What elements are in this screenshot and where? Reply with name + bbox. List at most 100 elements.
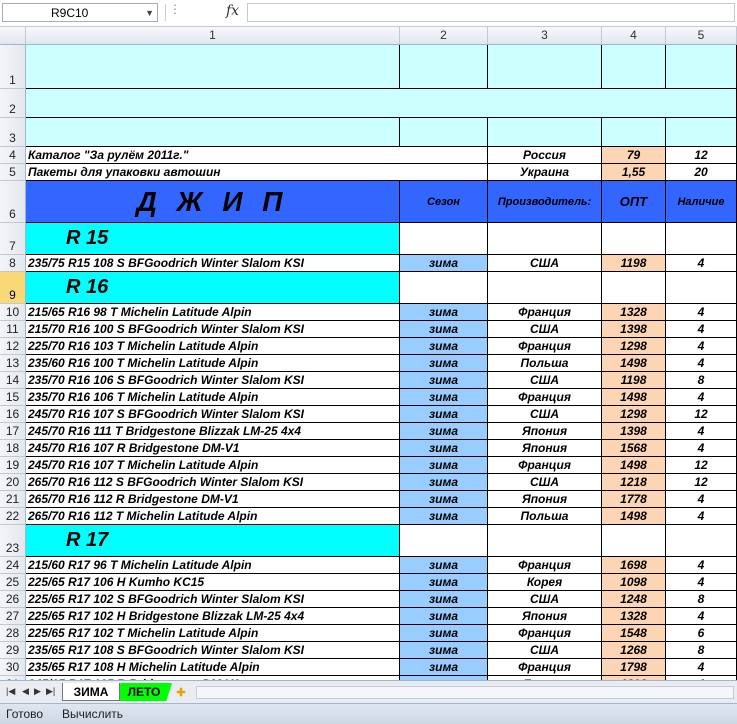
row-header-25[interactable]: 25 [0, 574, 26, 591]
season-cell[interactable]: зима [400, 491, 488, 508]
next-sheet-icon[interactable]: ▶ [34, 686, 41, 697]
season-cell[interactable]: зима [400, 406, 488, 423]
rate-cell[interactable]: 79 [602, 147, 666, 164]
rate-cell[interactable]: 1,55 [602, 164, 666, 181]
price-cell[interactable]: 1198 [602, 255, 666, 272]
row-header-21[interactable]: 21 [0, 491, 26, 508]
column-title-stock[interactable]: Наличие [666, 181, 737, 223]
insert-sheet-icon[interactable]: ✚ [172, 683, 190, 701]
row-header-17[interactable]: 17 [0, 423, 26, 440]
stock-cell[interactable]: 4 [666, 389, 737, 406]
empty-header-cell[interactable] [26, 118, 400, 147]
name-box[interactable]: R9C10 ▼ [2, 3, 158, 22]
price-cell[interactable]: 1548 [602, 625, 666, 642]
row-header-23[interactable]: 23 [0, 525, 26, 557]
row-header-14[interactable]: 14 [0, 372, 26, 389]
empty-header-cell[interactable] [602, 118, 666, 147]
stock-cell[interactable]: 4 [666, 491, 737, 508]
stock-cell[interactable]: 6 [666, 625, 737, 642]
maker-cell[interactable]: Франция [488, 338, 602, 355]
season-cell[interactable]: зима [400, 304, 488, 321]
row-header-2[interactable]: 2 [0, 89, 26, 118]
column-title-maker[interactable]: Производитель: [488, 181, 602, 223]
row-header-29[interactable]: 29 [0, 642, 26, 659]
season-cell[interactable]: зима [400, 625, 488, 642]
empty-cell[interactable] [400, 525, 488, 557]
season-cell[interactable]: зима [400, 321, 488, 338]
season-cell[interactable]: зима [400, 557, 488, 574]
row-header-5[interactable]: 5 [0, 164, 26, 181]
country-cell[interactable]: Украина [488, 164, 602, 181]
stock-cell[interactable]: 8 [666, 642, 737, 659]
last-sheet-icon[interactable]: ▶| [46, 686, 55, 697]
season-cell[interactable]: зима [400, 608, 488, 625]
product-name-cell[interactable]: 265/70 R16 112 S BFGoodrich Winter Slalo… [26, 474, 400, 491]
product-name-cell[interactable]: 215/65 R16 98 T Michelin Latitude Alpin [26, 304, 400, 321]
column-header-5[interactable]: 5 [666, 27, 737, 44]
price-cell[interactable]: 1498 [602, 389, 666, 406]
empty-cell[interactable] [666, 525, 737, 557]
price-cell[interactable]: 1778 [602, 491, 666, 508]
stock-cell[interactable]: 8 [666, 372, 737, 389]
season-cell[interactable]: зима [400, 642, 488, 659]
jeep-title-cell[interactable]: Д Ж И П [26, 181, 400, 223]
price-cell[interactable]: 1198 [602, 372, 666, 389]
product-name-cell[interactable]: 245/70 R16 107 T Michelin Latitude Alpin [26, 457, 400, 474]
row-header-26[interactable]: 26 [0, 591, 26, 608]
price-cell[interactable]: 1298 [602, 338, 666, 355]
maker-cell[interactable]: США [488, 255, 602, 272]
season-cell[interactable]: зима [400, 591, 488, 608]
select-all-corner[interactable] [0, 27, 26, 44]
product-name-cell[interactable]: 235/75 R15 108 S BFGoodrich Winter Slalo… [26, 255, 400, 272]
stock-cell[interactable]: 4 [666, 321, 737, 338]
maker-cell[interactable]: США [488, 642, 602, 659]
row-header-11[interactable]: 11 [0, 321, 26, 338]
product-name-cell[interactable]: 245/70 R16 111 T Bridgestone Blizzak LM-… [26, 423, 400, 440]
season-cell[interactable]: зима [400, 508, 488, 525]
catalog-info-cell[interactable]: Пакеты для упаковки автошин [26, 164, 488, 181]
product-name-cell[interactable]: 235/65 R17 108 H Michelin Latitude Alpin [26, 659, 400, 676]
row-header-7[interactable]: 7 [0, 223, 26, 255]
section-title-r15[interactable]: R 15 [26, 223, 400, 255]
price-cell[interactable]: 1498 [602, 355, 666, 372]
catalog-info-cell[interactable]: Каталог "За рулём 2011г." [26, 147, 488, 164]
row-header-19[interactable]: 19 [0, 457, 26, 474]
row-header-9[interactable]: 9 [0, 272, 26, 304]
stock-cell[interactable]: 4 [666, 355, 737, 372]
maker-cell[interactable]: Япония [488, 440, 602, 457]
product-name-cell[interactable]: 235/60 R16 100 T Michelin Latitude Alpin [26, 355, 400, 372]
formula-input[interactable] [247, 3, 735, 22]
column-header-3[interactable]: 3 [488, 27, 602, 44]
price-cell[interactable]: 1498 [602, 508, 666, 525]
row-header-6[interactable]: 6 [0, 181, 26, 223]
stock-cell[interactable]: 4 [666, 338, 737, 355]
stock-cell[interactable]: 4 [666, 574, 737, 591]
empty-header-cell[interactable] [666, 118, 737, 147]
section-title-r17[interactable]: R 17 [26, 525, 400, 557]
price-cell[interactable]: 1248 [602, 591, 666, 608]
empty-banner-cell[interactable] [26, 89, 737, 118]
stock-cell[interactable]: 4 [666, 440, 737, 457]
product-name-cell[interactable]: 245/70 R16 107 S BFGoodrich Winter Slalo… [26, 406, 400, 423]
product-name-cell[interactable]: 265/70 R16 112 R Bridgestone DM-V1 [26, 491, 400, 508]
row-header-8[interactable]: 8 [0, 255, 26, 272]
column-header-4[interactable]: 4 [602, 27, 666, 44]
maker-cell[interactable]: Франция [488, 557, 602, 574]
empty-header-cell[interactable] [26, 45, 400, 89]
empty-header-cell[interactable] [488, 45, 602, 89]
price-cell[interactable]: 1298 [602, 406, 666, 423]
column-header-2[interactable]: 2 [400, 27, 488, 44]
price-cell[interactable]: 1498 [602, 457, 666, 474]
maker-cell[interactable]: США [488, 474, 602, 491]
row-header-3[interactable]: 3 [0, 118, 26, 147]
maker-cell[interactable]: Япония [488, 608, 602, 625]
product-name-cell[interactable]: 235/70 R16 106 S BFGoodrich Winter Slalo… [26, 372, 400, 389]
season-cell[interactable]: зима [400, 474, 488, 491]
price-cell[interactable]: 1098 [602, 574, 666, 591]
horizontal-scrollbar[interactable] [196, 686, 734, 699]
price-cell[interactable]: 1268 [602, 642, 666, 659]
product-name-cell[interactable]: 235/70 R16 106 T Michelin Latitude Alpin [26, 389, 400, 406]
product-name-cell[interactable]: 225/65 R17 102 T Michelin Latitude Alpin [26, 625, 400, 642]
empty-header-cell[interactable] [602, 45, 666, 89]
product-name-cell[interactable]: 225/65 R17 102 S BFGoodrich Winter Slalo… [26, 591, 400, 608]
